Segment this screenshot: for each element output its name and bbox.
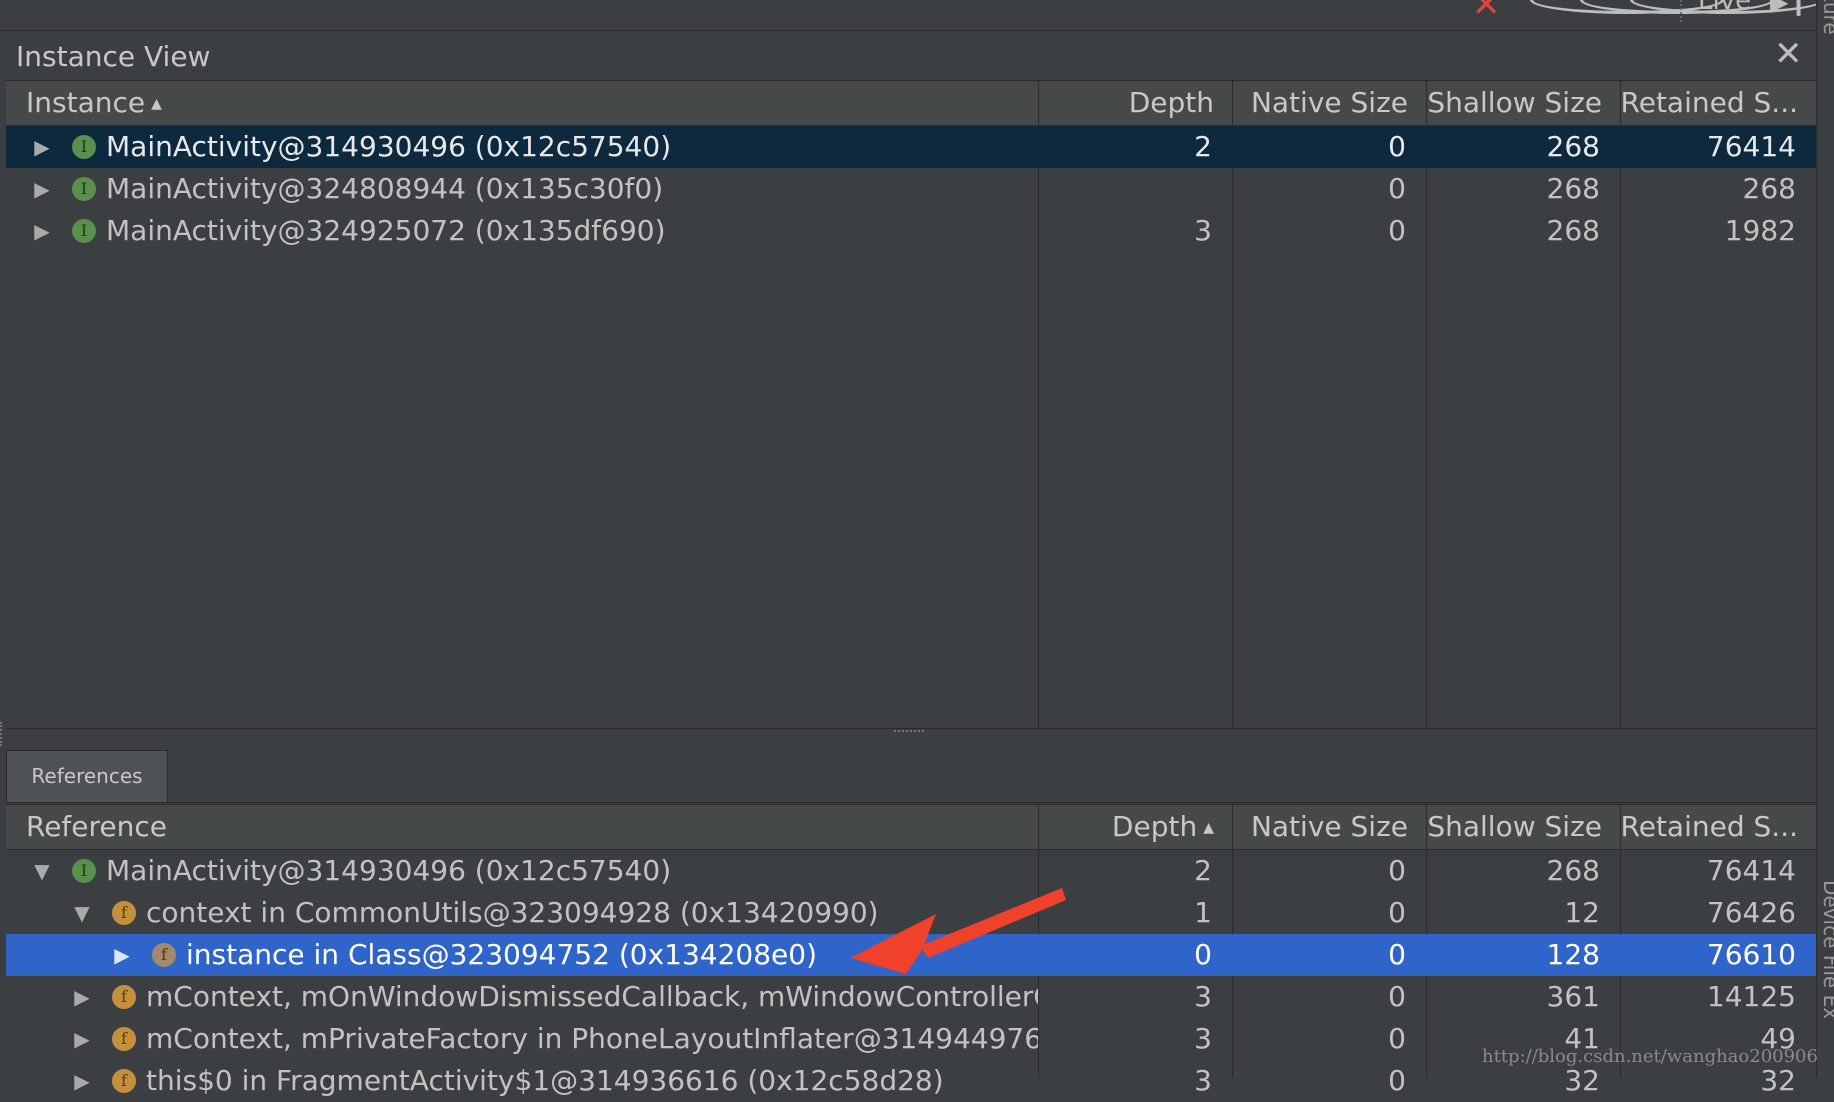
reference-name: mContext, mOnWindowDismissedCallback, mW… (146, 980, 1038, 1013)
depth-value: 3 (1194, 1022, 1212, 1055)
depth-value: 3 (1194, 1064, 1212, 1097)
reference-name: MainActivity@314930496 (0x12c57540) (106, 854, 672, 887)
table-header: Instance ▲ Depth Native Size Shallow Size… (6, 80, 1816, 126)
toolbar: ✕ Live ▶❙ (0, 0, 1834, 31)
column-header-retained-size[interactable]: Retained S... (1620, 81, 1816, 125)
native-size-value: 0 (1388, 1064, 1406, 1097)
shallow-size-value: 268 (1546, 130, 1600, 163)
shallow-size-value: 361 (1546, 980, 1600, 1013)
depth-value: 2 (1194, 854, 1212, 887)
splitter-grip[interactable] (894, 730, 924, 736)
watermark: http://blog.csdn.net/wanghao200906 (1482, 1046, 1818, 1067)
toolbar-separator (1680, 0, 1684, 22)
retained-size-value: 14125 (1706, 980, 1796, 1013)
column-header-shallow-size[interactable]: Shallow Size (1426, 805, 1620, 849)
references-tab-bar: References (6, 746, 1816, 803)
sort-asc-icon: ▲ (151, 96, 162, 112)
retained-size-value: 1982 (1724, 214, 1796, 247)
play-pause-icon[interactable]: ▶❙ (1770, 0, 1809, 16)
depth-value (1038, 168, 1232, 210)
left-grip[interactable] (0, 722, 6, 746)
stop-icon[interactable]: ✕ (1472, 0, 1501, 22)
sort-asc-icon: ▲ (1203, 820, 1214, 836)
reference-name: context in CommonUtils@323094928 (0x1342… (146, 896, 879, 929)
column-header-instance[interactable]: Instance ▲ (6, 81, 1038, 125)
table-row[interactable]: ▶ I MainActivity@314930496 (0x12c57540) … (6, 126, 1816, 168)
native-size-value: 0 (1388, 980, 1406, 1013)
instance-name: MainActivity@324808944 (0x135c30f0) (106, 172, 664, 205)
live-button[interactable]: Live (1698, 0, 1751, 16)
right-tool-strip: ture Device File Ex (1816, 0, 1834, 1078)
retained-size-value: 76414 (1706, 854, 1796, 887)
references-table: Reference Depth ▲ Native Size Shallow Siz… (6, 804, 1816, 1097)
table-row[interactable]: ▶ I MainActivity@324808944 (0x135c30f0) … (6, 168, 1816, 210)
retained-size-value: 76414 (1706, 130, 1796, 163)
table-row-selected[interactable]: ▶ f instance in Class@323094752 (0x13420… (6, 934, 1816, 976)
depth-value: 0 (1194, 938, 1212, 971)
native-size-value: 0 (1388, 896, 1406, 929)
shallow-size-value: 268 (1546, 172, 1600, 205)
instance-name: MainActivity@314930496 (0x12c57540) (106, 130, 672, 163)
native-size-value: 0 (1388, 1022, 1406, 1055)
column-header-native-size[interactable]: Native Size (1232, 81, 1426, 125)
column-header-depth[interactable]: Depth (1038, 81, 1232, 125)
depth-value: 3 (1194, 214, 1212, 247)
native-size-value: 0 (1388, 130, 1406, 163)
retained-size-value: 268 (1742, 172, 1796, 205)
reference-name: instance in Class@323094752 (0x134208e0) (186, 938, 817, 971)
shallow-size-value: 268 (1546, 214, 1600, 247)
table-header: Reference Depth ▲ Native Size Shallow Siz… (6, 804, 1816, 850)
instance-name: MainActivity@324925072 (0x135df690) (106, 214, 666, 247)
close-icon[interactable]: ✕ (1774, 34, 1803, 74)
retained-size-value: 76426 (1706, 896, 1796, 929)
column-header-shallow-size[interactable]: Shallow Size (1426, 81, 1620, 125)
tab-references[interactable]: References (6, 750, 168, 802)
native-size-value: 0 (1388, 214, 1406, 247)
reference-name: mContext, mPrivateFactory in PhoneLayout… (146, 1022, 1038, 1055)
native-size-value: 0 (1388, 938, 1406, 971)
column-header-native-size[interactable]: Native Size (1232, 805, 1426, 849)
column-header-reference[interactable]: Reference (6, 805, 1038, 849)
side-tab-top[interactable]: ture (1819, 0, 1834, 35)
device-file-explorer-tab[interactable]: Device File Ex (1819, 880, 1834, 1019)
table-row[interactable]: ▼ I MainActivity@314930496 (0x12c57540) … (6, 850, 1816, 892)
table-row[interactable]: ▼ f context in CommonUtils@323094928 (0x… (6, 892, 1816, 934)
instance-view-header: Instance View ✕ (0, 32, 1816, 78)
column-header-depth[interactable]: Depth ▲ (1038, 805, 1232, 849)
shallow-size-value: 268 (1546, 854, 1600, 887)
panel-title: Instance View (16, 40, 211, 73)
shallow-size-value: 12 (1564, 896, 1600, 929)
native-size-value: 0 (1388, 854, 1406, 887)
instance-table: Instance ▲ Depth Native Size Shallow Size… (6, 80, 1816, 728)
table-row[interactable]: ▶ I MainActivity@324925072 (0x135df690) … (6, 210, 1816, 252)
depth-value: 3 (1194, 980, 1212, 1013)
depth-value: 2 (1194, 130, 1212, 163)
reference-name: this$0 in FragmentActivity$1@314936616 (… (146, 1064, 944, 1097)
depth-value: 1 (1194, 896, 1212, 929)
column-header-retained-size[interactable]: Retained S... (1620, 805, 1816, 849)
shallow-size-value: 128 (1546, 938, 1600, 971)
native-size-value: 0 (1388, 172, 1406, 205)
retained-size-value: 76610 (1706, 938, 1796, 971)
table-row[interactable]: ▶ f mContext, mOnWindowDismissedCallback… (6, 976, 1816, 1018)
